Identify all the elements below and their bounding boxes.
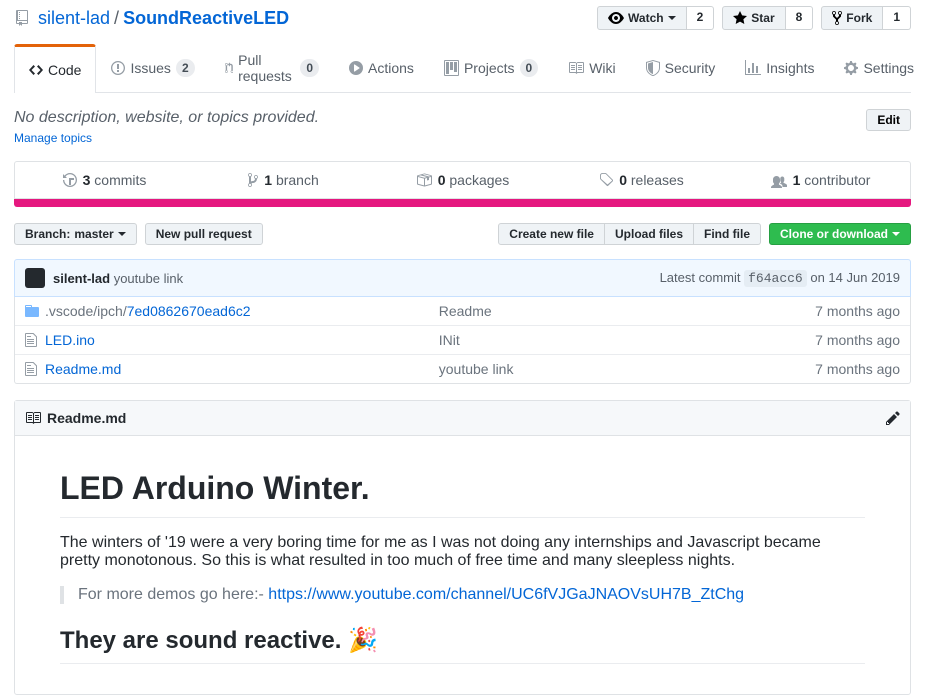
table-row: Readme.md youtube link 7 months ago (15, 354, 910, 383)
releases-link[interactable]: 0 releases (552, 162, 731, 198)
tab-projects[interactable]: Projects 0 (429, 44, 553, 92)
tab-issues[interactable]: Issues 2 (96, 44, 209, 92)
project-icon (444, 60, 459, 76)
issue-icon (111, 60, 125, 76)
edit-button[interactable]: Edit (866, 109, 911, 131)
branch-icon (248, 172, 258, 188)
file-list: .vscode/ipch/7ed0862670ead6c2 Readme 7 m… (14, 297, 911, 384)
fork-count[interactable]: 1 (883, 6, 911, 30)
table-row: .vscode/ipch/7ed0862670ead6c2 Readme 7 m… (15, 297, 910, 325)
watch-count[interactable]: 2 (687, 6, 715, 30)
commit-message-link[interactable]: INit (439, 332, 815, 348)
create-file-button[interactable]: Create new file (498, 223, 605, 245)
upload-files-button[interactable]: Upload files (605, 223, 694, 245)
pencil-icon[interactable] (886, 410, 900, 426)
file-icon (25, 361, 37, 377)
graph-icon (745, 60, 761, 76)
avatar[interactable] (25, 268, 45, 288)
book-icon (568, 60, 584, 76)
readme-paragraph: The winters of '19 were a very boring ti… (60, 534, 865, 570)
play-icon (349, 60, 363, 76)
tab-code[interactable]: Code (14, 44, 96, 93)
tab-wiki[interactable]: Wiki (553, 44, 630, 92)
packages-link[interactable]: 0 packages (373, 162, 552, 198)
star-icon (733, 10, 747, 26)
tab-actions[interactable]: Actions (334, 44, 429, 92)
directory-icon (25, 303, 39, 319)
branches-link[interactable]: 1 branch (194, 162, 373, 198)
file-link[interactable]: 7ed0862670ead6c2 (127, 303, 251, 319)
file-icon (25, 332, 37, 348)
readme-blockquote: For more demos go here:- https://www.you… (60, 586, 865, 604)
tab-pulls[interactable]: Pull requests 0 (210, 44, 334, 92)
book-icon (25, 410, 41, 426)
repo-link[interactable]: SoundReactiveLED (123, 8, 289, 29)
tab-security[interactable]: Security (631, 44, 731, 92)
commit-message-link[interactable]: youtube link (439, 361, 815, 377)
repo-description: No description, website, or topics provi… (14, 109, 319, 127)
branch-select-button[interactable]: Branch: master (14, 223, 137, 245)
commit-message-link[interactable]: Readme (439, 303, 815, 319)
tab-insights[interactable]: Insights (730, 44, 829, 92)
pr-icon (225, 60, 233, 76)
file-link[interactable]: Readme.md (45, 361, 121, 377)
fork-button[interactable]: Fork (821, 6, 883, 30)
package-icon (416, 172, 432, 188)
fork-icon (832, 10, 842, 26)
commit-author-link[interactable]: silent-lad (53, 271, 110, 286)
people-icon (771, 172, 787, 188)
file-link[interactable]: LED.ino (45, 332, 95, 348)
commit-sha[interactable]: f64acc6 (744, 270, 807, 287)
contributors-link[interactable]: 1 contributor (731, 162, 910, 198)
overall-summary: 3 commits 1 branch 0 packages 0 releases… (14, 161, 911, 199)
code-icon (29, 62, 43, 78)
repo-nav: Code Issues 2 Pull requests 0 Actions Pr… (14, 44, 911, 93)
readme-filename: Readme.md (47, 410, 126, 426)
commit-message[interactable]: youtube link (114, 271, 183, 286)
youtube-link[interactable]: https://www.youtube.com/channel/UC6fVJGa… (268, 586, 744, 603)
readme-h2: They are sound reactive. 🎉 (60, 626, 865, 664)
commit-tease: silent-lad youtube link Latest commit f6… (14, 259, 911, 297)
tag-icon (599, 172, 613, 188)
new-pull-request-button[interactable]: New pull request (145, 223, 263, 245)
gear-icon (844, 60, 858, 76)
readme: Readme.md LED Arduino Winter. The winter… (14, 400, 911, 695)
history-icon (63, 172, 77, 188)
manage-topics-link[interactable]: Manage topics (14, 131, 92, 145)
star-count[interactable]: 8 (786, 6, 814, 30)
readme-h1: LED Arduino Winter. (60, 470, 865, 518)
clone-download-button[interactable]: Clone or download (769, 223, 911, 245)
repo-title: silent-lad / SoundReactiveLED (14, 8, 289, 29)
table-row: LED.ino INit 7 months ago (15, 325, 910, 354)
find-file-button[interactable]: Find file (694, 223, 761, 245)
watch-button[interactable]: Watch (597, 6, 687, 30)
language-bar[interactable] (14, 199, 911, 207)
owner-link[interactable]: silent-lad (38, 8, 110, 29)
eye-icon (608, 10, 624, 26)
star-button[interactable]: Star (722, 6, 785, 30)
tab-settings[interactable]: Settings (829, 44, 925, 92)
repo-icon (14, 10, 30, 26)
commits-link[interactable]: 3 commits (15, 162, 194, 198)
shield-icon (646, 60, 660, 76)
